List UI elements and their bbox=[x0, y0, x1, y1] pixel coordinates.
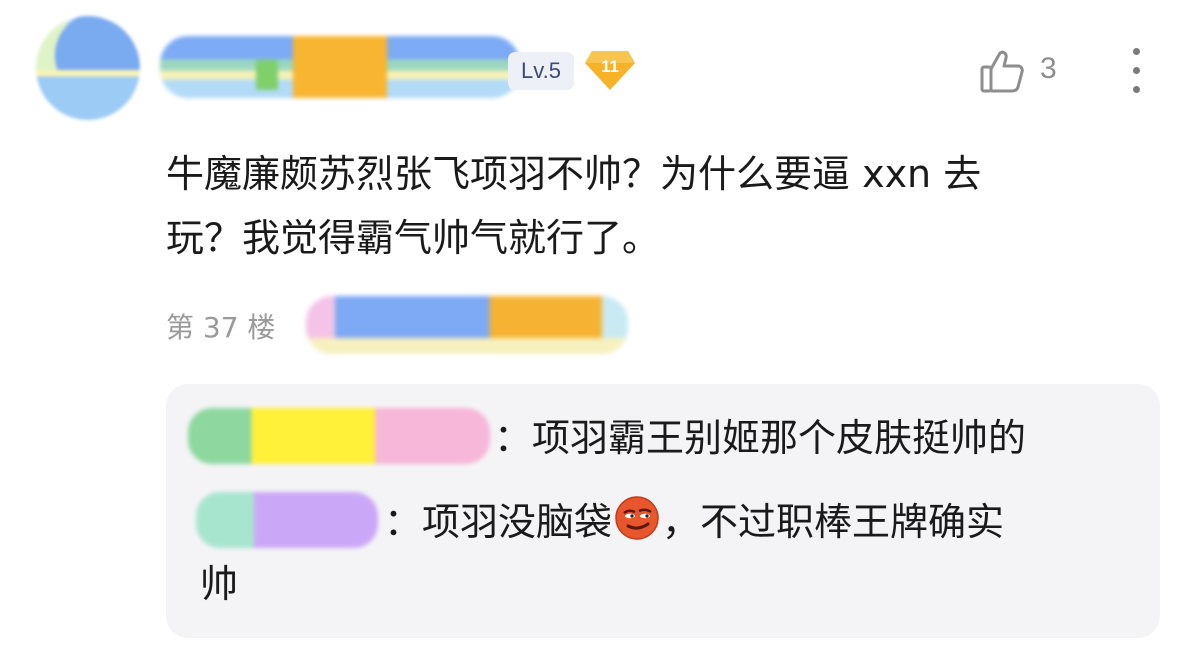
reply-text: ：项羽没脑袋 ，不过职棒王牌确实 bbox=[384, 494, 1004, 550]
post-time-blurred bbox=[306, 296, 628, 354]
smirk-emoji bbox=[614, 495, 660, 541]
avatar[interactable] bbox=[36, 16, 140, 120]
floor-label: 第 37 楼 bbox=[166, 311, 276, 344]
reply-author-blurred[interactable] bbox=[196, 492, 378, 548]
level-badge: Lv.5 bbox=[508, 52, 574, 90]
comment-text: 牛魔廉颇苏烈张飞项羽不帅？为什么要逼 xxn 去 玩？我觉得霸气帅气就行了。 bbox=[166, 152, 982, 260]
honor-badge-number: 11 bbox=[601, 57, 619, 76]
reply-text-wrap: 帅 bbox=[200, 562, 239, 606]
honor-badge-icon: 11 bbox=[584, 49, 636, 91]
reply-text: ：项羽霸王别姬那个皮肤挺帅的 bbox=[494, 416, 1027, 460]
reply-text-part: ：项羽没脑袋 bbox=[384, 500, 613, 544]
reply-author-blurred[interactable] bbox=[188, 408, 490, 464]
username-blurred[interactable] bbox=[160, 36, 520, 98]
like-count: 3 bbox=[1040, 52, 1057, 85]
reply-text-part: ，不过职棒王牌确实 bbox=[662, 500, 1005, 544]
thumbs-up-icon[interactable] bbox=[978, 47, 1026, 95]
more-vertical-icon[interactable] bbox=[1126, 44, 1146, 93]
